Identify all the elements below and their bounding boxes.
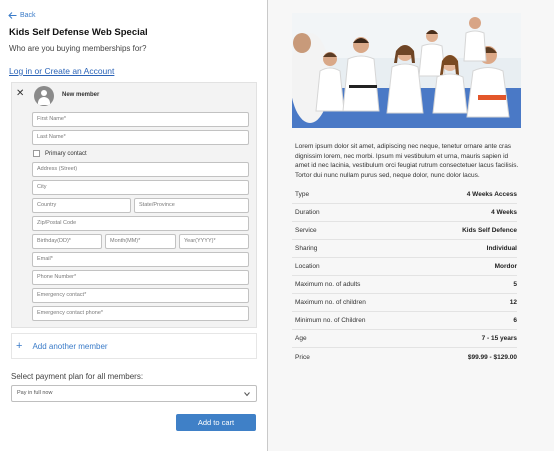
close-icon[interactable]: ✕ bbox=[16, 88, 24, 99]
detail-value: 4 Weeks bbox=[491, 209, 517, 216]
detail-row-duration: Duration 4 Weeks bbox=[292, 204, 517, 222]
detail-row-age: Age 7 - 15 years bbox=[292, 330, 517, 348]
detail-row-price: Price $99.99 - $129.00 bbox=[292, 348, 517, 366]
detail-row-type: Type 4 Weeks Access bbox=[292, 186, 517, 204]
email-input[interactable]: Email* bbox=[32, 252, 249, 267]
add-member-button[interactable]: + Add another member bbox=[11, 333, 257, 359]
plus-icon: + bbox=[16, 340, 23, 352]
back-label: Back bbox=[20, 12, 36, 19]
right-panel: Lorem ipsum dolor sit amet, adipiscing n… bbox=[268, 0, 554, 451]
detail-label: Age bbox=[295, 335, 307, 342]
city-input[interactable]: City bbox=[32, 180, 249, 195]
detail-value: Mordor bbox=[494, 263, 517, 270]
address-input[interactable]: Address (Street) bbox=[32, 162, 249, 177]
detail-value: 7 - 15 years bbox=[481, 335, 517, 342]
detail-value: 12 bbox=[509, 299, 517, 306]
detail-label: Maximum no. of adults bbox=[295, 281, 361, 288]
first-name-input[interactable]: First Name* bbox=[32, 112, 249, 127]
payment-plan-value: Pay in full now bbox=[17, 390, 53, 396]
detail-row-location: Location Mordor bbox=[292, 258, 517, 276]
zip-input[interactable]: Zip/Postal Code bbox=[32, 216, 249, 231]
detail-row-min-children: Minimum no. of Children 6 bbox=[292, 312, 517, 330]
detail-label: Service bbox=[295, 227, 317, 234]
detail-row-sharing: Sharing Individual bbox=[292, 240, 517, 258]
product-details-table: Type 4 Weeks Access Duration 4 Weeks Servi… bbox=[292, 186, 517, 366]
state-input[interactable]: State/Province bbox=[134, 198, 249, 213]
detail-label: Type bbox=[295, 191, 310, 198]
product-description: Lorem ipsum dolor sit amet, adipiscing n… bbox=[295, 143, 519, 179]
primary-contact-label: Primary contact bbox=[45, 150, 87, 157]
left-panel: Back Kids Self Defense Web Special Who a… bbox=[0, 0, 268, 451]
chevron-down-icon bbox=[244, 392, 250, 397]
product-photo bbox=[292, 13, 521, 128]
back-link[interactable]: Back bbox=[8, 12, 36, 19]
detail-value: 4 Weeks Access bbox=[466, 191, 517, 198]
detail-row-max-children: Maximum no. of children 12 bbox=[292, 294, 517, 312]
add-to-cart-button[interactable]: Add to cart bbox=[176, 414, 256, 431]
emergency-phone-input[interactable]: Emergency contact phone* bbox=[32, 306, 249, 321]
member-heading: New member bbox=[62, 92, 100, 98]
primary-contact-checkbox[interactable] bbox=[33, 150, 40, 157]
payment-plan-select[interactable]: Pay in full now bbox=[11, 385, 257, 402]
birth-month-input[interactable]: Month(MM)* bbox=[105, 234, 176, 249]
login-link[interactable]: Log in or Create an Account bbox=[9, 66, 114, 76]
avatar-icon bbox=[34, 86, 54, 106]
detail-label: Location bbox=[295, 263, 320, 270]
birth-day-input[interactable]: Birthday(DD)* bbox=[32, 234, 102, 249]
phone-input[interactable]: Phone Number* bbox=[32, 270, 249, 285]
add-member-label: Add another member bbox=[32, 341, 108, 351]
detail-value: 5 bbox=[513, 281, 517, 288]
detail-value: 6 bbox=[513, 317, 517, 324]
detail-label: Duration bbox=[295, 209, 320, 216]
martial-arts-class-image bbox=[292, 13, 521, 128]
detail-value: Individual bbox=[486, 245, 517, 252]
detail-value: $99.99 - $129.00 bbox=[467, 353, 517, 361]
page-title: Kids Self Defense Web Special bbox=[9, 27, 148, 38]
detail-row-max-adults: Maximum no. of adults 5 bbox=[292, 276, 517, 294]
detail-label: Minimum no. of Children bbox=[295, 317, 366, 324]
emergency-contact-input[interactable]: Emergency contact* bbox=[32, 288, 249, 303]
detail-label: Price bbox=[295, 353, 310, 361]
detail-value: Kids Self Defence bbox=[462, 227, 517, 234]
birth-year-input[interactable]: Year(YYYY)* bbox=[179, 234, 249, 249]
payment-label: Select payment plan for all members: bbox=[11, 372, 144, 381]
detail-label: Sharing bbox=[295, 245, 318, 252]
last-name-input[interactable]: Last Name* bbox=[32, 130, 249, 145]
detail-row-service: Service Kids Self Defence bbox=[292, 222, 517, 240]
member-card: ✕ New member First Name* Last Name* Prim… bbox=[11, 82, 257, 328]
country-input[interactable]: Country bbox=[32, 198, 131, 213]
page-subtitle: Who are you buying memberships for? bbox=[9, 44, 147, 53]
detail-label: Maximum no. of children bbox=[295, 299, 366, 306]
back-arrow-icon bbox=[8, 12, 17, 19]
primary-contact-row: Primary contact bbox=[33, 150, 87, 157]
